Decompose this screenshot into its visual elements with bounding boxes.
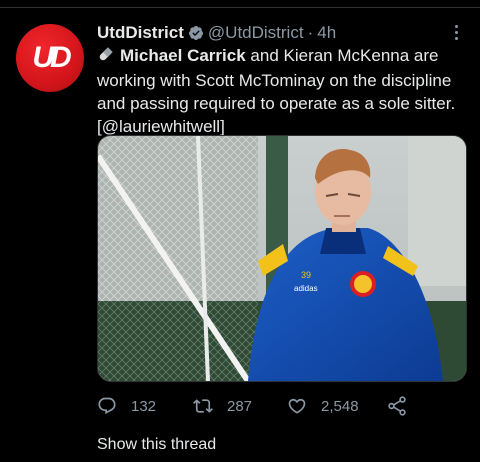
share-button[interactable] bbox=[386, 392, 422, 420]
like-count: 2,548 bbox=[321, 397, 359, 415]
more-options-icon[interactable] bbox=[447, 20, 465, 44]
shirt-sponsor: adidas bbox=[294, 284, 318, 293]
retweet-button[interactable]: 287 bbox=[193, 392, 252, 420]
tweet-actions: 132 287 2,548 bbox=[97, 392, 437, 420]
avatar-logo: UD bbox=[32, 41, 71, 74]
retweet-count: 287 bbox=[227, 397, 253, 415]
pill-icon bbox=[97, 46, 114, 69]
heart-icon bbox=[288, 398, 306, 414]
retweet-icon bbox=[193, 399, 213, 413]
share-icon bbox=[388, 396, 406, 416]
handle[interactable]: @UtdDistrict bbox=[208, 23, 304, 43]
top-divider bbox=[0, 7, 480, 8]
tweet-text-bold: Michael Carrick bbox=[120, 46, 246, 65]
avatar[interactable]: UD bbox=[16, 24, 84, 92]
reply-button[interactable]: 132 bbox=[97, 392, 156, 420]
separator-dot: · bbox=[307, 23, 314, 42]
player-photo: 39 adidas bbox=[98, 136, 466, 381]
tweet-source-mention[interactable]: [@lauriewhitwell] bbox=[97, 117, 225, 136]
shirt-number: 39 bbox=[301, 270, 311, 280]
verified-badge-icon bbox=[188, 25, 204, 41]
reply-count: 132 bbox=[131, 397, 157, 415]
like-button[interactable]: 2,548 bbox=[287, 392, 359, 420]
tweet-text: Michael Carrick and Kieran McKenna are w… bbox=[97, 44, 457, 138]
timestamp[interactable]: 4h bbox=[317, 23, 336, 43]
show-thread-link[interactable]: Show this thread bbox=[97, 436, 216, 454]
reply-icon bbox=[98, 397, 116, 415]
tweet-media-photo[interactable]: 39 adidas bbox=[97, 135, 467, 382]
tweet-header: UtdDistrict @UtdDistrict · 4h bbox=[97, 22, 336, 44]
display-name[interactable]: UtdDistrict bbox=[97, 23, 184, 43]
